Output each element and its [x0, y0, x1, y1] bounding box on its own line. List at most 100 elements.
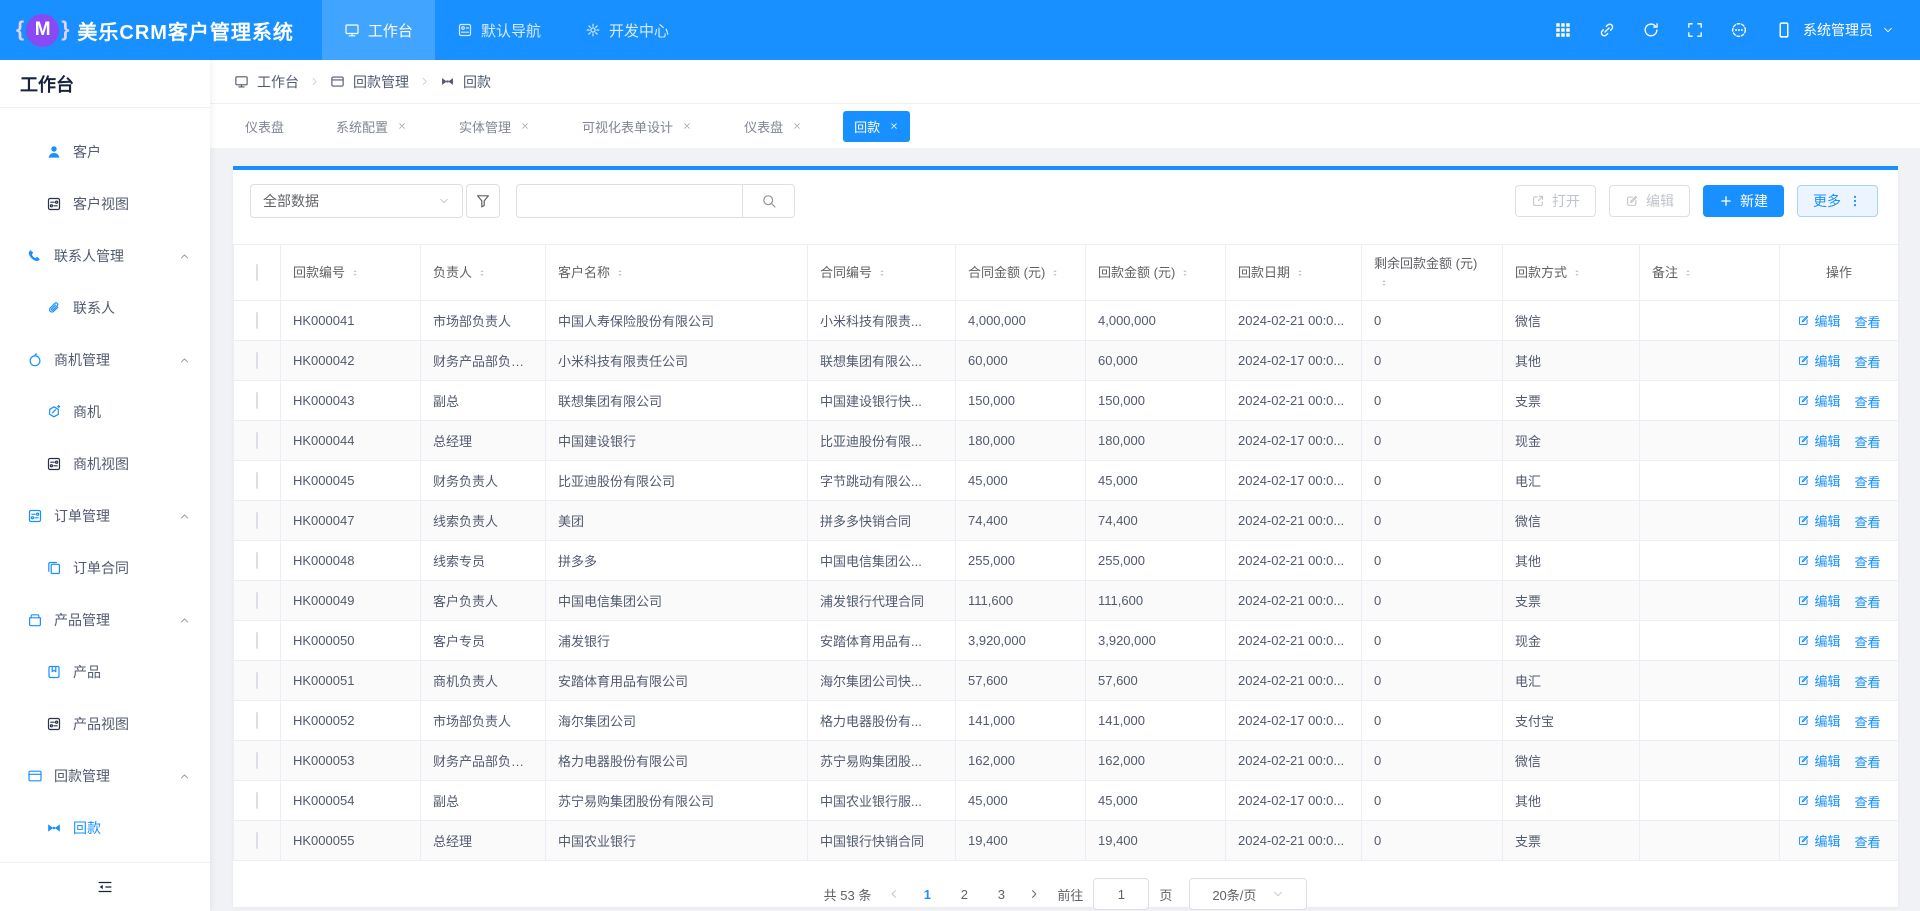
prev-page-button[interactable] — [888, 888, 900, 900]
create-button[interactable]: 新建 — [1703, 185, 1784, 217]
sidebar-item-客户视图[interactable]: 客户视图 — [0, 178, 210, 230]
row-checkbox[interactable] — [256, 392, 258, 409]
row-view-link[interactable]: 查看 — [1855, 712, 1881, 731]
table-row[interactable]: HK000048线索专员拼多多中国电信集团公...255,000255,0002… — [234, 541, 1899, 581]
row-view-link[interactable]: 查看 — [1855, 352, 1881, 371]
row-edit-link[interactable]: 编辑 — [1797, 671, 1840, 690]
row-view-link[interactable]: 查看 — [1855, 472, 1881, 491]
tab-可视化表单设计[interactable]: 可视化表单设计 — [571, 111, 703, 142]
row-view-link[interactable]: 查看 — [1855, 552, 1881, 571]
sidebar-item-客户[interactable]: 客户 — [0, 126, 210, 178]
row-view-link[interactable]: 查看 — [1855, 632, 1881, 651]
table-row[interactable]: HK000054副总苏宁易购集团股份有限公司中国农业银行服...45,00045… — [234, 781, 1899, 821]
row-view-link[interactable]: 查看 — [1855, 792, 1881, 811]
row-edit-link[interactable]: 编辑 — [1797, 711, 1840, 730]
sort-icon[interactable] — [614, 267, 626, 279]
page-number-1[interactable]: 1 — [917, 887, 937, 902]
table-row[interactable]: HK000049客户负责人中国电信集团公司浦发银行代理合同111,600111,… — [234, 581, 1899, 621]
row-view-link[interactable]: 查看 — [1855, 672, 1881, 691]
sidebar-item-联系人[interactable]: 联系人 — [0, 282, 210, 334]
breadcrumb-item-工作台[interactable]: 工作台 — [234, 72, 299, 92]
row-checkbox[interactable] — [256, 512, 258, 529]
row-view-link[interactable]: 查看 — [1855, 832, 1881, 851]
row-edit-link[interactable]: 编辑 — [1797, 751, 1840, 770]
tab-仪表盘[interactable]: 仪表盘 — [733, 111, 813, 142]
message-button[interactable] — [1730, 21, 1748, 39]
open-button[interactable]: 打开 — [1515, 185, 1596, 217]
sidebar-item-回款[interactable]: 回款 — [0, 802, 210, 854]
sort-icon[interactable] — [1179, 267, 1191, 279]
sidebar-item-回款管理[interactable]: 回款管理 — [0, 750, 210, 802]
row-view-link[interactable]: 查看 — [1855, 312, 1881, 331]
sort-icon[interactable] — [476, 267, 488, 279]
row-checkbox[interactable] — [256, 632, 258, 649]
sidebar-item-商机视图[interactable]: 商机视图 — [0, 438, 210, 490]
row-edit-link[interactable]: 编辑 — [1797, 791, 1840, 810]
row-checkbox[interactable] — [256, 712, 258, 729]
goto-page-input[interactable] — [1093, 878, 1149, 910]
search-input[interactable] — [516, 184, 742, 218]
row-checkbox[interactable] — [256, 792, 258, 809]
collapse-sidebar-icon[interactable] — [96, 878, 114, 896]
sidebar-item-联系人管理[interactable]: 联系人管理 — [0, 230, 210, 282]
breadcrumb-item-回款[interactable]: 回款 — [440, 72, 491, 92]
topnav-item-1[interactable]: 默认导航 — [435, 0, 563, 60]
sort-icon[interactable] — [1571, 267, 1583, 279]
breadcrumb-item-回款管理[interactable]: 回款管理 — [330, 72, 409, 92]
row-view-link[interactable]: 查看 — [1855, 592, 1881, 611]
row-edit-link[interactable]: 编辑 — [1797, 431, 1840, 450]
row-edit-link[interactable]: 编辑 — [1797, 831, 1840, 850]
row-edit-link[interactable]: 编辑 — [1797, 511, 1840, 530]
tab-系统配置[interactable]: 系统配置 — [325, 111, 418, 142]
row-edit-link[interactable]: 编辑 — [1797, 351, 1840, 370]
topnav-item-0[interactable]: 工作台 — [322, 0, 435, 60]
close-icon[interactable] — [682, 121, 692, 131]
more-button[interactable]: 更多 — [1797, 185, 1878, 217]
sort-icon[interactable] — [1049, 267, 1061, 279]
row-checkbox[interactable] — [256, 832, 258, 849]
sidebar-item-订单管理[interactable]: 订单管理 — [0, 490, 210, 542]
sort-icon[interactable] — [349, 267, 361, 279]
sort-icon[interactable] — [1378, 277, 1390, 289]
row-view-link[interactable]: 查看 — [1855, 752, 1881, 771]
row-edit-link[interactable]: 编辑 — [1797, 591, 1840, 610]
table-row[interactable]: HK000044总经理中国建设银行比亚迪股份有限...180,000180,00… — [234, 421, 1899, 461]
row-edit-link[interactable]: 编辑 — [1797, 311, 1840, 330]
row-edit-link[interactable]: 编辑 — [1797, 391, 1840, 410]
sidebar-item-产品视图[interactable]: 产品视图 — [0, 698, 210, 750]
close-icon[interactable] — [520, 121, 530, 131]
table-row[interactable]: HK000053财务产品部负责人格力电器股份有限公司苏宁易购集团股...162,… — [234, 741, 1899, 781]
page-size-select[interactable]: 20条/页 — [1189, 878, 1307, 910]
table-row[interactable]: HK000043副总联想集团有限公司中国建设银行快...150,000150,0… — [234, 381, 1899, 421]
edit-button[interactable]: 编辑 — [1609, 185, 1690, 217]
topnav-item-2[interactable]: 开发中心 — [563, 0, 691, 60]
row-checkbox[interactable] — [256, 752, 258, 769]
page-number-3[interactable]: 3 — [991, 887, 1011, 902]
search-button[interactable] — [742, 184, 795, 218]
sidebar-item-产品管理[interactable]: 产品管理 — [0, 594, 210, 646]
select-all-checkbox[interactable] — [256, 264, 258, 281]
table-row[interactable]: HK000047线索负责人美团拼多多快销合同74,40074,4002024-0… — [234, 501, 1899, 541]
row-checkbox[interactable] — [256, 552, 258, 569]
table-row[interactable]: HK000042财务产品部负责人小米科技有限责任公司联想集团有限公...60,0… — [234, 341, 1899, 381]
fullscreen-button[interactable] — [1686, 21, 1704, 39]
row-checkbox[interactable] — [256, 352, 258, 369]
data-scope-select[interactable]: 全部数据 — [250, 184, 463, 218]
sidebar-item-订单合同[interactable]: 订单合同 — [0, 542, 210, 594]
row-edit-link[interactable]: 编辑 — [1797, 551, 1840, 570]
next-page-button[interactable] — [1028, 888, 1040, 900]
row-view-link[interactable]: 查看 — [1855, 392, 1881, 411]
sidebar-item-产品[interactable]: 产品 — [0, 646, 210, 698]
user-menu[interactable]: 系统管理员 — [1774, 20, 1894, 40]
table-row[interactable]: HK000050客户专员浦发银行安踏体育用品有...3,920,0003,920… — [234, 621, 1899, 661]
table-row[interactable]: HK000051商机负责人安踏体育用品有限公司海尔集团公司快...57,6005… — [234, 661, 1899, 701]
row-checkbox[interactable] — [256, 432, 258, 449]
row-view-link[interactable]: 查看 — [1855, 512, 1881, 531]
close-icon[interactable] — [792, 121, 802, 131]
close-icon[interactable] — [889, 121, 899, 131]
tab-仪表盘[interactable]: 仪表盘 — [234, 111, 295, 142]
row-edit-link[interactable]: 编辑 — [1797, 471, 1840, 490]
row-checkbox[interactable] — [256, 312, 258, 329]
close-icon[interactable] — [397, 121, 407, 131]
row-edit-link[interactable]: 编辑 — [1797, 631, 1840, 650]
